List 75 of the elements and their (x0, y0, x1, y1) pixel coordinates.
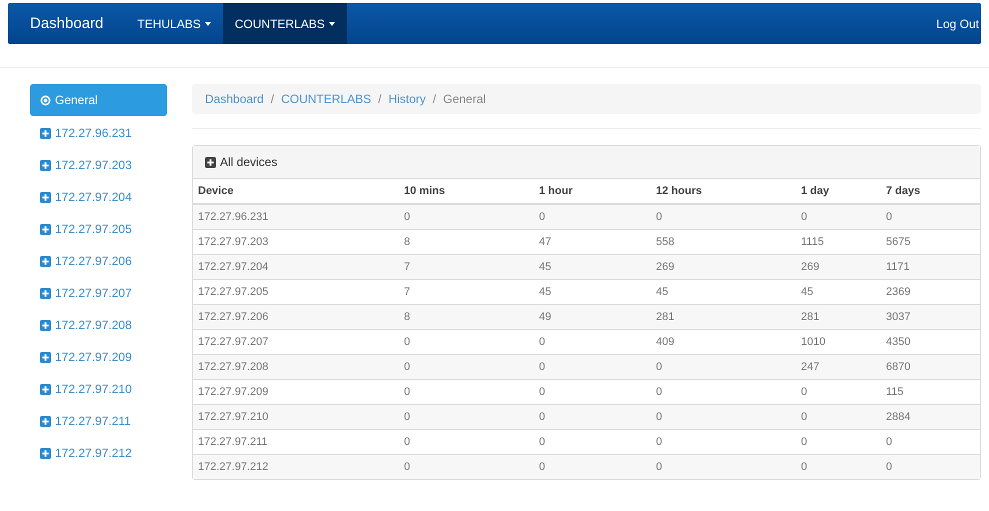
plus-square-icon (40, 192, 51, 202)
table-cell: 172.27.96.231 (193, 204, 399, 230)
sidebar-item[interactable]: 172.27.97.205 (30, 212, 167, 246)
plus-square-icon (40, 320, 51, 330)
table-cell: 0 (534, 404, 651, 430)
plus-square-icon (40, 128, 51, 138)
sidebar-item[interactable]: 172.27.97.207 (30, 276, 167, 310)
sidebar-item[interactable]: 172.27.97.204 (30, 180, 167, 214)
table-cell: 0 (881, 204, 980, 230)
table-cell: 49 (534, 304, 651, 330)
table-cell: 281 (796, 304, 881, 330)
breadcrumb-link[interactable]: Dashboard (205, 92, 264, 106)
nav-menu[interactable]: COUNTERLABS (222, 3, 347, 44)
table-cell: 172.27.97.204 (193, 254, 399, 280)
table-cell: 0 (534, 354, 651, 380)
table-cell: 281 (651, 304, 796, 330)
plus-square-icon (40, 224, 51, 234)
table-cell: 2884 (881, 404, 980, 430)
table-cell: 172.27.97.206 (193, 304, 399, 330)
table-cell: 0 (651, 354, 796, 380)
table-cell: 0 (399, 354, 534, 380)
plus-square-icon (40, 352, 51, 362)
plus-square-icon (40, 160, 51, 170)
table-cell: 0 (796, 404, 881, 430)
caret-icon (204, 22, 211, 26)
breadcrumb-link[interactable]: COUNTERLABS (281, 92, 372, 106)
plus-square-icon (40, 288, 51, 298)
table-cell: 6870 (881, 354, 980, 380)
table-cell: 0 (881, 454, 980, 479)
sidebar-item[interactable]: General (30, 84, 167, 116)
plus-square-icon (40, 448, 51, 458)
table-cell: 8 (399, 304, 534, 330)
table-cell: 0 (399, 204, 534, 230)
table-cell: 3037 (881, 304, 980, 330)
sidebar-item[interactable]: 172.27.97.206 (30, 244, 167, 278)
table-cell: 247 (796, 354, 881, 380)
nav-menu[interactable]: TEHULABS (125, 3, 223, 44)
breadcrumb-separator: / (377, 92, 382, 106)
sidebar-item[interactable]: 172.27.97.211 (30, 404, 167, 438)
caret-icon (328, 22, 335, 26)
table-cell: 172.27.97.210 (193, 404, 399, 430)
breadcrumb-separator: / (270, 92, 276, 106)
table-cell: 269 (796, 254, 881, 280)
table-cell: 7 (399, 254, 534, 280)
sidebar-item[interactable]: 172.27.97.203 (30, 148, 167, 182)
table-cell: 45 (534, 254, 651, 280)
brand-link[interactable]: Dashboard (8, 3, 126, 44)
table-cell: 269 (651, 254, 796, 280)
sidebar-item[interactable]: 172.27.97.208 (30, 308, 167, 342)
table-cell: 172.27.97.208 (193, 354, 399, 380)
table-cell: 172.27.97.212 (193, 454, 399, 479)
table-cell: 1171 (881, 254, 980, 280)
breadcrumb-separator: / (432, 92, 438, 106)
plus-square-icon (205, 156, 216, 168)
breadcrumb-current: General (443, 92, 486, 106)
sidebar-item[interactable]: 172.27.97.210 (30, 372, 167, 406)
table-cell: 0 (796, 204, 881, 230)
table-cell: 0 (399, 404, 534, 430)
sidebar-item[interactable]: 172.27.97.212 (30, 436, 167, 470)
table-cell: 0 (651, 454, 796, 479)
breadcrumb-link[interactable]: History (388, 92, 426, 106)
plus-square-icon (40, 256, 51, 266)
table-cell: 0 (796, 454, 881, 479)
table-cell: 0 (399, 454, 534, 479)
sidebar-item[interactable]: 172.27.97.209 (30, 340, 167, 374)
table-cell: 0 (534, 204, 651, 230)
plus-square-icon (40, 416, 51, 426)
sidebar-item[interactable]: 172.27.96.231 (30, 116, 167, 150)
radio-circle-icon (40, 94, 51, 106)
plus-square-icon (40, 384, 51, 394)
table-cell: 0 (651, 204, 796, 230)
panel-title: All devices (220, 155, 278, 169)
logout-link[interactable]: Log Out (926, 3, 981, 44)
table-cell: 0 (651, 404, 796, 430)
table-cell: 0 (534, 454, 651, 479)
